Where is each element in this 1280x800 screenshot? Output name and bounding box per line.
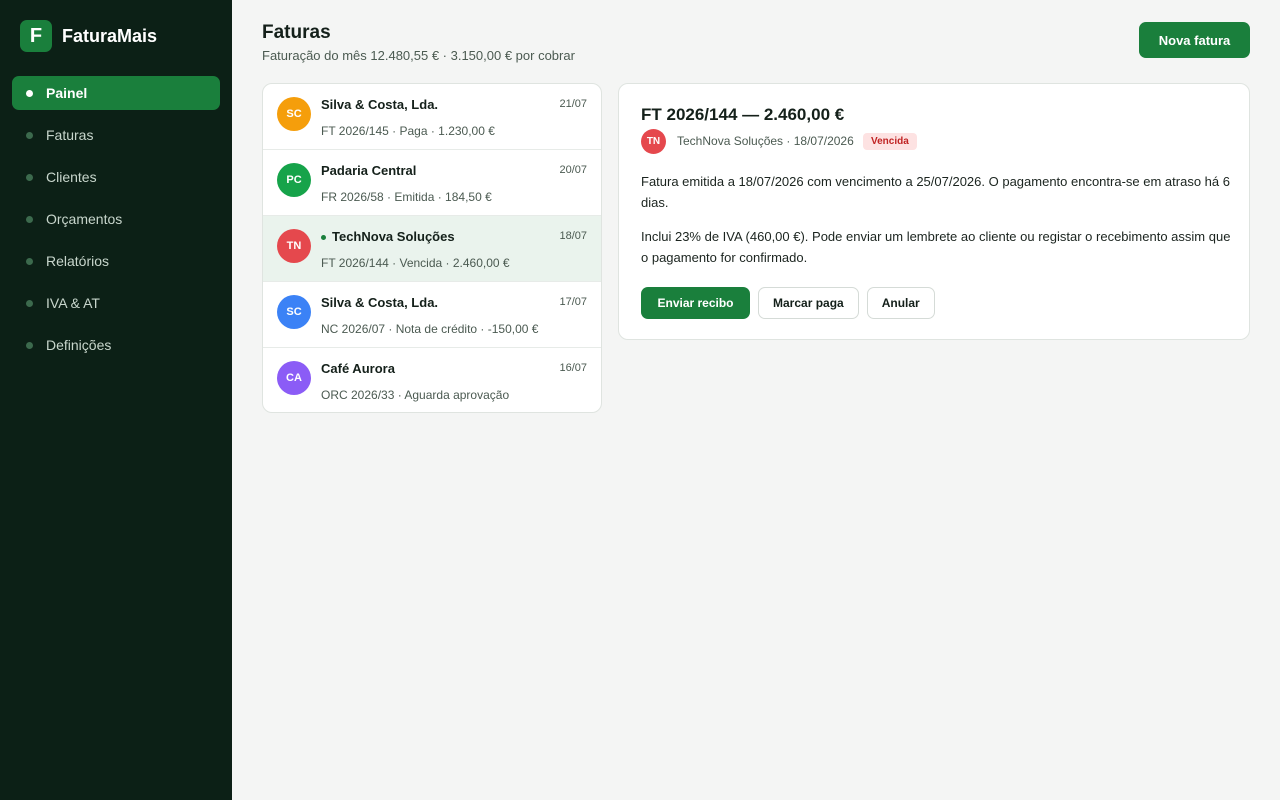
page-title: Faturas [262,22,331,43]
brand[interactable]: F FaturaMais [20,20,157,52]
bullet-icon [26,215,33,223]
list-item-date: 18/07 [559,230,587,242]
detail-client-line: TechNova Soluções · 18/07/2026 [677,134,854,148]
sidebar-item-faturas[interactable]: Faturas [12,118,220,152]
list-item-meta: ORC 2026/33 · Aguarda aprovação [321,388,510,402]
sidebar-item-orcamentos[interactable]: Orçamentos [12,202,220,236]
list-item-name-wrap: Silva & Costa, Lda. [321,97,438,112]
avatar: TN [277,229,311,263]
bullet-icon [26,131,33,139]
list-item[interactable]: TN TechNova Soluções FT 2026/144 · Vencida… [263,216,601,282]
bullet-icon [26,341,33,349]
list-item-meta: FT 2026/144 · Vencida · 2.460,00 € [321,256,510,270]
list-item-meta: FR 2026/58 · Emitida · 184,50 € [321,190,492,204]
list-item-name: Silva & Costa, Lda. [321,295,439,310]
sidebar-item-definicoes[interactable]: Definições [12,328,220,362]
sidebar-item-label: Faturas [46,127,94,143]
sidebar-item-relatorios[interactable]: Relatórios [12,244,220,278]
bullet-icon [26,257,33,265]
list-item[interactable]: CA Café Aurora ORC 2026/33 · Aguarda aprov… [263,348,601,412]
sidebar-nav: Painel Faturas Clientes Orçamentos Relatório… [12,76,220,370]
sidebar-item-clientes[interactable]: Clientes [12,160,220,194]
avatar: SC [277,97,311,131]
list-item-name: Silva & Costa, Lda. [321,97,439,112]
list-item-date: 16/07 [559,362,587,374]
avatar: PC [277,163,311,197]
page-subtitle: Faturação do mês 12.480,55 € · 3.150,00 … [262,48,575,63]
brand-logo-icon: F [20,20,52,52]
detail-paragraph-due: Fatura emitida a 18/07/2026 com vencimen… [641,174,1230,210]
brand-name: FaturaMais [62,25,158,46]
list-item-date: 17/07 [559,296,587,308]
sidebar: F FaturaMais Painel Faturas Clientes Orçame… [0,0,232,800]
detail-actions: Enviar recibo Marcar paga Anular [641,287,943,319]
list-item-name-wrap: Café Aurora [321,361,395,376]
sidebar-item-label: Clientes [46,169,97,185]
mark-paid-button[interactable]: Marcar paga [758,287,859,319]
sidebar-item-label: Orçamentos [46,211,123,227]
list-item[interactable]: SC Silva & Costa, Lda. NC 2026/07 · Nota d… [263,282,601,348]
list-item-name-wrap: TechNova Soluções [321,229,455,244]
status-badge: Vencida [863,133,917,150]
invoice-list: SC Silva & Costa, Lda. FT 2026/145 · Paga … [262,83,602,413]
sidebar-item-label: Painel [46,85,88,101]
cancel-invoice-button[interactable]: Anular [866,287,935,319]
list-item-name: Café Aurora [321,361,395,376]
sidebar-item-label: IVA & AT [46,295,100,311]
bullet-icon [26,173,33,181]
sidebar-item-iva-at[interactable]: IVA & AT [12,286,220,320]
list-item-name-wrap: Padaria Central [321,163,416,178]
bullet-icon [26,299,33,307]
sidebar-item-label: Relatórios [46,253,110,269]
list-item-meta: FT 2026/145 · Paga · 1.230,00 € [321,124,495,138]
list-item[interactable]: SC Silva & Costa, Lda. FT 2026/145 · Paga … [263,84,601,150]
list-item-name: Padaria Central [321,163,417,178]
bullet-icon [26,89,33,97]
sidebar-item-painel[interactable]: Painel [12,76,220,110]
list-item-name: TechNova Soluções [332,229,455,244]
list-item-name-wrap: Silva & Costa, Lda. [321,295,438,310]
send-receipt-button[interactable]: Enviar recibo [641,287,750,319]
detail-paragraph-vat: Inclui 23% de IVA (460,00 €). Pode envia… [641,229,1231,265]
list-item-meta: NC 2026/07 · Nota de crédito · -150,00 € [321,322,539,336]
selected-dot-icon [321,235,326,241]
avatar: SC [277,295,311,329]
list-item[interactable]: PC Padaria Central FR 2026/58 · Emitida · … [263,150,601,216]
new-invoice-button[interactable]: Nova fatura [1139,22,1250,58]
list-item-date: 20/07 [559,164,587,176]
detail-title: FT 2026/144 — 2.460,00 € [641,105,845,124]
invoice-detail: FT 2026/144 — 2.460,00 € TN TechNova Sol… [618,83,1250,340]
list-item-date: 21/07 [559,98,587,110]
sidebar-item-label: Definições [46,337,112,353]
avatar: CA [277,361,311,395]
detail-client-avatar: TN [641,129,666,154]
